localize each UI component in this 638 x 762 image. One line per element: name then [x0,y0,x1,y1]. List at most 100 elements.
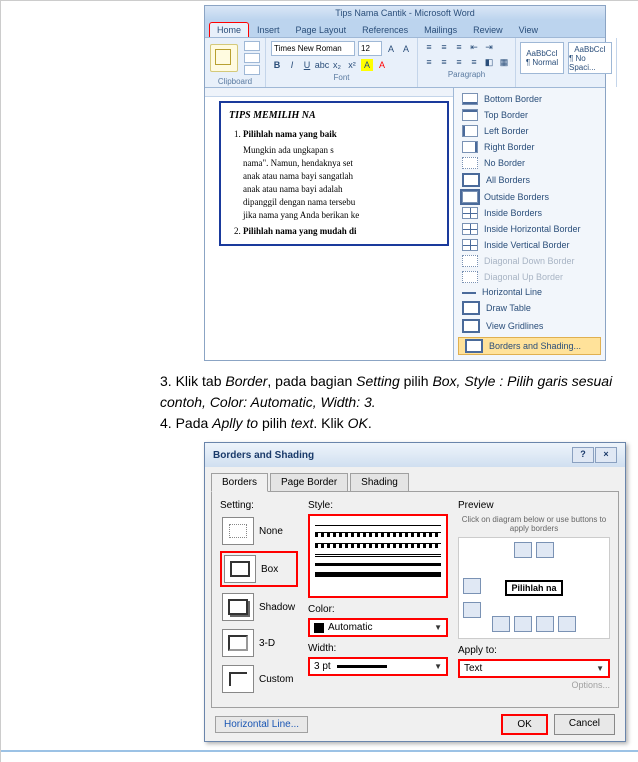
menu-item-all-borders[interactable]: All Borders [454,171,605,189]
style-no-spacing[interactable]: AaBbCcI¶ No Spaci... [568,42,612,74]
dialog-footer: Horizontal Line... OK Cancel [205,708,625,741]
menu-item-label: Horizontal Line [482,287,542,297]
tab-references[interactable]: References [354,22,416,37]
apply-to-select[interactable]: Text▼ [458,659,610,678]
italic-icon[interactable]: I [286,59,298,71]
menu-item-label: Outside Borders [484,192,549,202]
setting-preview-icon [222,629,254,657]
menu-item-outside-borders[interactable]: Outside Borders [454,189,605,205]
preview-sample-text: Pilihlah na [505,580,562,596]
menu-item-right-border[interactable]: Right Border [454,139,605,155]
color-select[interactable]: Automatic▼ [308,618,448,637]
menu-item-diagonal-down-border: Diagonal Down Border [454,253,605,269]
multilevel-icon[interactable]: ≡ [453,41,465,53]
copy-icon[interactable] [244,53,260,63]
chevron-down-icon: ▼ [596,664,604,673]
shrink-font-icon[interactable]: A [400,43,412,55]
color-label: Color: [308,604,448,615]
paste-button[interactable] [210,44,238,72]
tab-mailings[interactable]: Mailings [416,22,465,37]
tab-page-layout[interactable]: Page Layout [288,22,355,37]
align-left-icon[interactable]: ≡ [423,56,435,68]
tab-review[interactable]: Review [465,22,511,37]
tab-borders[interactable]: Borders [211,473,268,492]
setting-3-d[interactable]: 3-D [220,627,298,659]
style-normal[interactable]: AaBbCcI¶ Normal [520,42,564,74]
group-paragraph: ≡ ≡ ≡ ⇤ ⇥ ≡ ≡ ≡ ≡ ◧ ▦ Paragraph [418,38,516,87]
chevron-down-icon: ▼ [434,623,442,632]
strike-icon[interactable]: abc [316,59,328,71]
preview-left-button[interactable] [463,578,481,594]
justify-icon[interactable]: ≡ [468,56,480,68]
tab-insert[interactable]: Insert [249,22,288,37]
group-clipboard: Clipboard [205,38,266,87]
cancel-button[interactable]: Cancel [554,714,615,735]
highlight-icon[interactable]: A [361,59,373,71]
setting-none[interactable]: None [220,515,298,547]
menu-item-horizontal-line[interactable]: Horizontal Line [454,285,605,299]
indent-inc-icon[interactable]: ⇥ [483,41,495,53]
menu-item-inside-borders[interactable]: Inside Borders [454,205,605,221]
indent-dec-icon[interactable]: ⇤ [468,41,480,53]
width-select[interactable]: 3 pt▼ [308,657,448,676]
help-button[interactable]: ? [572,447,594,463]
bold-icon[interactable]: B [271,59,283,71]
setting-custom[interactable]: Custom [220,663,298,695]
setting-preview-icon [222,665,254,693]
align-right-icon[interactable]: ≡ [453,56,465,68]
preview-left-button[interactable] [463,602,481,618]
format-painter-icon[interactable] [244,65,260,75]
font-size-select[interactable]: 12 [358,41,382,56]
menu-item-label: Borders and Shading... [489,341,581,351]
preview-top-button[interactable] [536,542,554,558]
bullets-icon[interactable]: ≡ [423,41,435,53]
color-swatch-icon [314,623,324,633]
shading-icon[interactable]: ◧ [483,56,495,68]
menu-item-top-border[interactable]: Top Border [454,107,605,123]
font-name-select[interactable]: Times New Roman [271,41,355,56]
tab-home[interactable]: Home [209,22,249,37]
menu-item-left-border[interactable]: Left Border [454,123,605,139]
options-button: Options... [458,680,610,690]
border-preview-icon [462,157,478,169]
underline-icon[interactable]: U [301,59,313,71]
preview-hint: Click on diagram below or use buttons to… [458,515,610,533]
preview-top-button[interactable] [514,542,532,558]
superscript-icon[interactable]: x² [346,59,358,71]
menu-item-bottom-border[interactable]: Bottom Border [454,91,605,107]
preview-diagram[interactable]: Pilihlah na [458,537,610,639]
ok-button[interactable]: OK [501,714,547,735]
width-sample-icon [337,665,387,668]
menu-item-draw-table[interactable]: Draw Table [454,299,605,317]
borders-icon[interactable]: ▦ [498,56,510,68]
setting-label: Shadow [259,602,295,613]
menu-item-label: Diagonal Down Border [484,256,575,266]
font-color-icon[interactable]: A [376,59,388,71]
tab-shading[interactable]: Shading [350,473,409,491]
setting-preview-icon [224,555,256,583]
setting-label: Setting: [220,500,298,511]
setting-box[interactable]: Box [220,551,298,587]
menu-item-no-border[interactable]: No Border [454,155,605,171]
menu-item-borders-and-shading[interactable]: Borders and Shading... [458,337,601,355]
close-button[interactable]: × [595,447,617,463]
menu-item-label: Inside Vertical Border [484,240,570,250]
window-title: Tips Nama Cantik - Microsoft Word [205,6,605,20]
menu-item-view-gridlines[interactable]: View Gridlines [454,317,605,335]
menu-item-inside-vertical-border[interactable]: Inside Vertical Border [454,237,605,253]
apply-to-label: Apply to: [458,645,610,656]
doc-li1: Pilihlah nama yang baik [243,129,337,139]
style-listbox[interactable] [308,514,448,598]
align-center-icon[interactable]: ≡ [438,56,450,68]
borders-shading-dialog: Borders and Shading ? × Borders Page Bor… [204,442,626,742]
numbering-icon[interactable]: ≡ [438,41,450,53]
menu-item-inside-horizontal-border[interactable]: Inside Horizontal Border [454,221,605,237]
grow-font-icon[interactable]: A [385,43,397,55]
tab-view[interactable]: View [511,22,546,37]
horizontal-line-button[interactable]: Horizontal Line... [215,716,308,733]
subscript-icon[interactable]: x₂ [331,59,343,71]
tab-page-border[interactable]: Page Border [270,473,348,491]
setting-shadow[interactable]: Shadow [220,591,298,623]
cut-icon[interactable] [244,41,260,51]
word-body: TIPS MEMILIH NA Pilihlah nama yang baik … [205,88,605,360]
